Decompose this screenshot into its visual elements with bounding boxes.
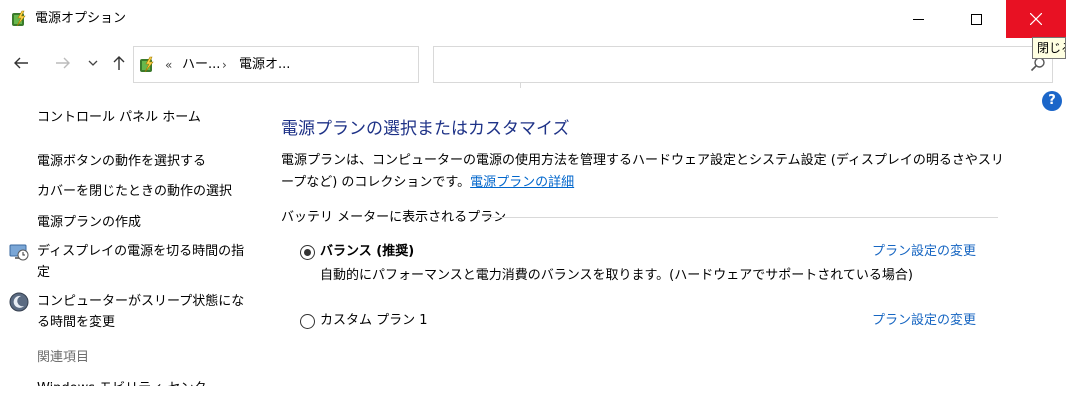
back-button[interactable] (8, 50, 34, 76)
plan-description-balanced: 自動的にパフォーマンスと電力消費のバランスを取ります。(ハードウェアでサポートさ… (320, 268, 913, 283)
breadcrumb-separator[interactable]: › (222, 55, 227, 75)
minimize-icon (912, 18, 924, 20)
maximize-button[interactable] (953, 0, 999, 38)
related-header: 関連項目 (37, 350, 90, 365)
page-description: 電源プランは、コンピューターの電源の使用方法を管理するハードウェア設定とシステム… (281, 150, 1006, 194)
sidebar-link-control-panel-home[interactable]: コントロール パネル ホーム (37, 107, 201, 128)
title-bar: 電源オプション (0, 0, 1066, 38)
power-options-icon (140, 56, 154, 73)
page-title: 電源プランの選択またはカスタマイズ (281, 119, 570, 139)
arrow-left-icon (14, 57, 28, 69)
plan-name-custom[interactable]: カスタム プラン 1 (320, 311, 428, 331)
sidebar-link-lid-close-action[interactable]: カバーを閉じたときの動作の選択 (37, 181, 232, 202)
section-divider (487, 217, 998, 218)
sidebar-link-sleep-time[interactable]: コンピューターがスリープ状態になる時間を変更 (37, 291, 252, 333)
description-text: 電源プランは、コンピューターの電源の使用方法を管理するハードウェア設定とシステム… (281, 153, 1004, 190)
window-title: 電源オプション (35, 11, 127, 26)
change-plan-settings-link[interactable]: プラン設定の変更 (872, 311, 976, 331)
sidebar-link-cut-off[interactable]: Windows モビリティ センター (37, 379, 220, 386)
sidebar: コントロール パネル ホーム 電源ボタンの動作を選択する カバーを閉じたときの動… (0, 100, 260, 409)
close-tooltip: 閉じる (1032, 37, 1066, 59)
maximize-icon (970, 13, 982, 25)
minimize-button[interactable] (895, 0, 941, 38)
plan-radio-balanced[interactable] (300, 245, 315, 260)
plan-name-balanced[interactable]: バランス (推奨) (320, 242, 414, 262)
arrow-up-icon (113, 56, 125, 70)
breadcrumb-item[interactable]: 電源オ... (239, 55, 290, 75)
search-input[interactable] (433, 46, 1053, 83)
arrow-right-icon (56, 57, 70, 69)
help-button[interactable]: ? (1042, 91, 1062, 111)
up-button[interactable] (106, 50, 132, 76)
change-plan-settings-link[interactable]: プラン設定の変更 (872, 242, 976, 262)
close-icon (1030, 13, 1042, 25)
sidebar-link-power-button-action[interactable]: 電源ボタンの動作を選択する (37, 151, 206, 172)
plan-radio-custom[interactable] (300, 314, 315, 329)
sleep-moon-icon (9, 292, 29, 312)
forward-button[interactable] (50, 50, 76, 76)
sidebar-link-create-power-plan[interactable]: 電源プランの作成 (37, 212, 141, 233)
breadcrumb-overflow-button[interactable]: « (165, 55, 172, 75)
power-options-icon (12, 10, 26, 27)
power-plan-details-link[interactable]: 電源プランの詳細 (470, 175, 574, 190)
chevron-down-icon (88, 60, 98, 66)
section-header: バッテリ メーターに表示されるプラン (281, 210, 507, 225)
recent-locations-button[interactable] (84, 50, 102, 76)
display-timer-icon (9, 244, 29, 261)
breadcrumb-item[interactable]: ハー... (182, 55, 220, 75)
close-button[interactable] (1006, 0, 1066, 38)
navigation-bar: « ハー... › 電源オ... (0, 42, 1066, 88)
address-bar[interactable]: « ハー... › 電源オ... (133, 46, 543, 88)
sidebar-link-display-off-time[interactable]: ディスプレイの電源を切る時間の指定 (37, 241, 252, 283)
